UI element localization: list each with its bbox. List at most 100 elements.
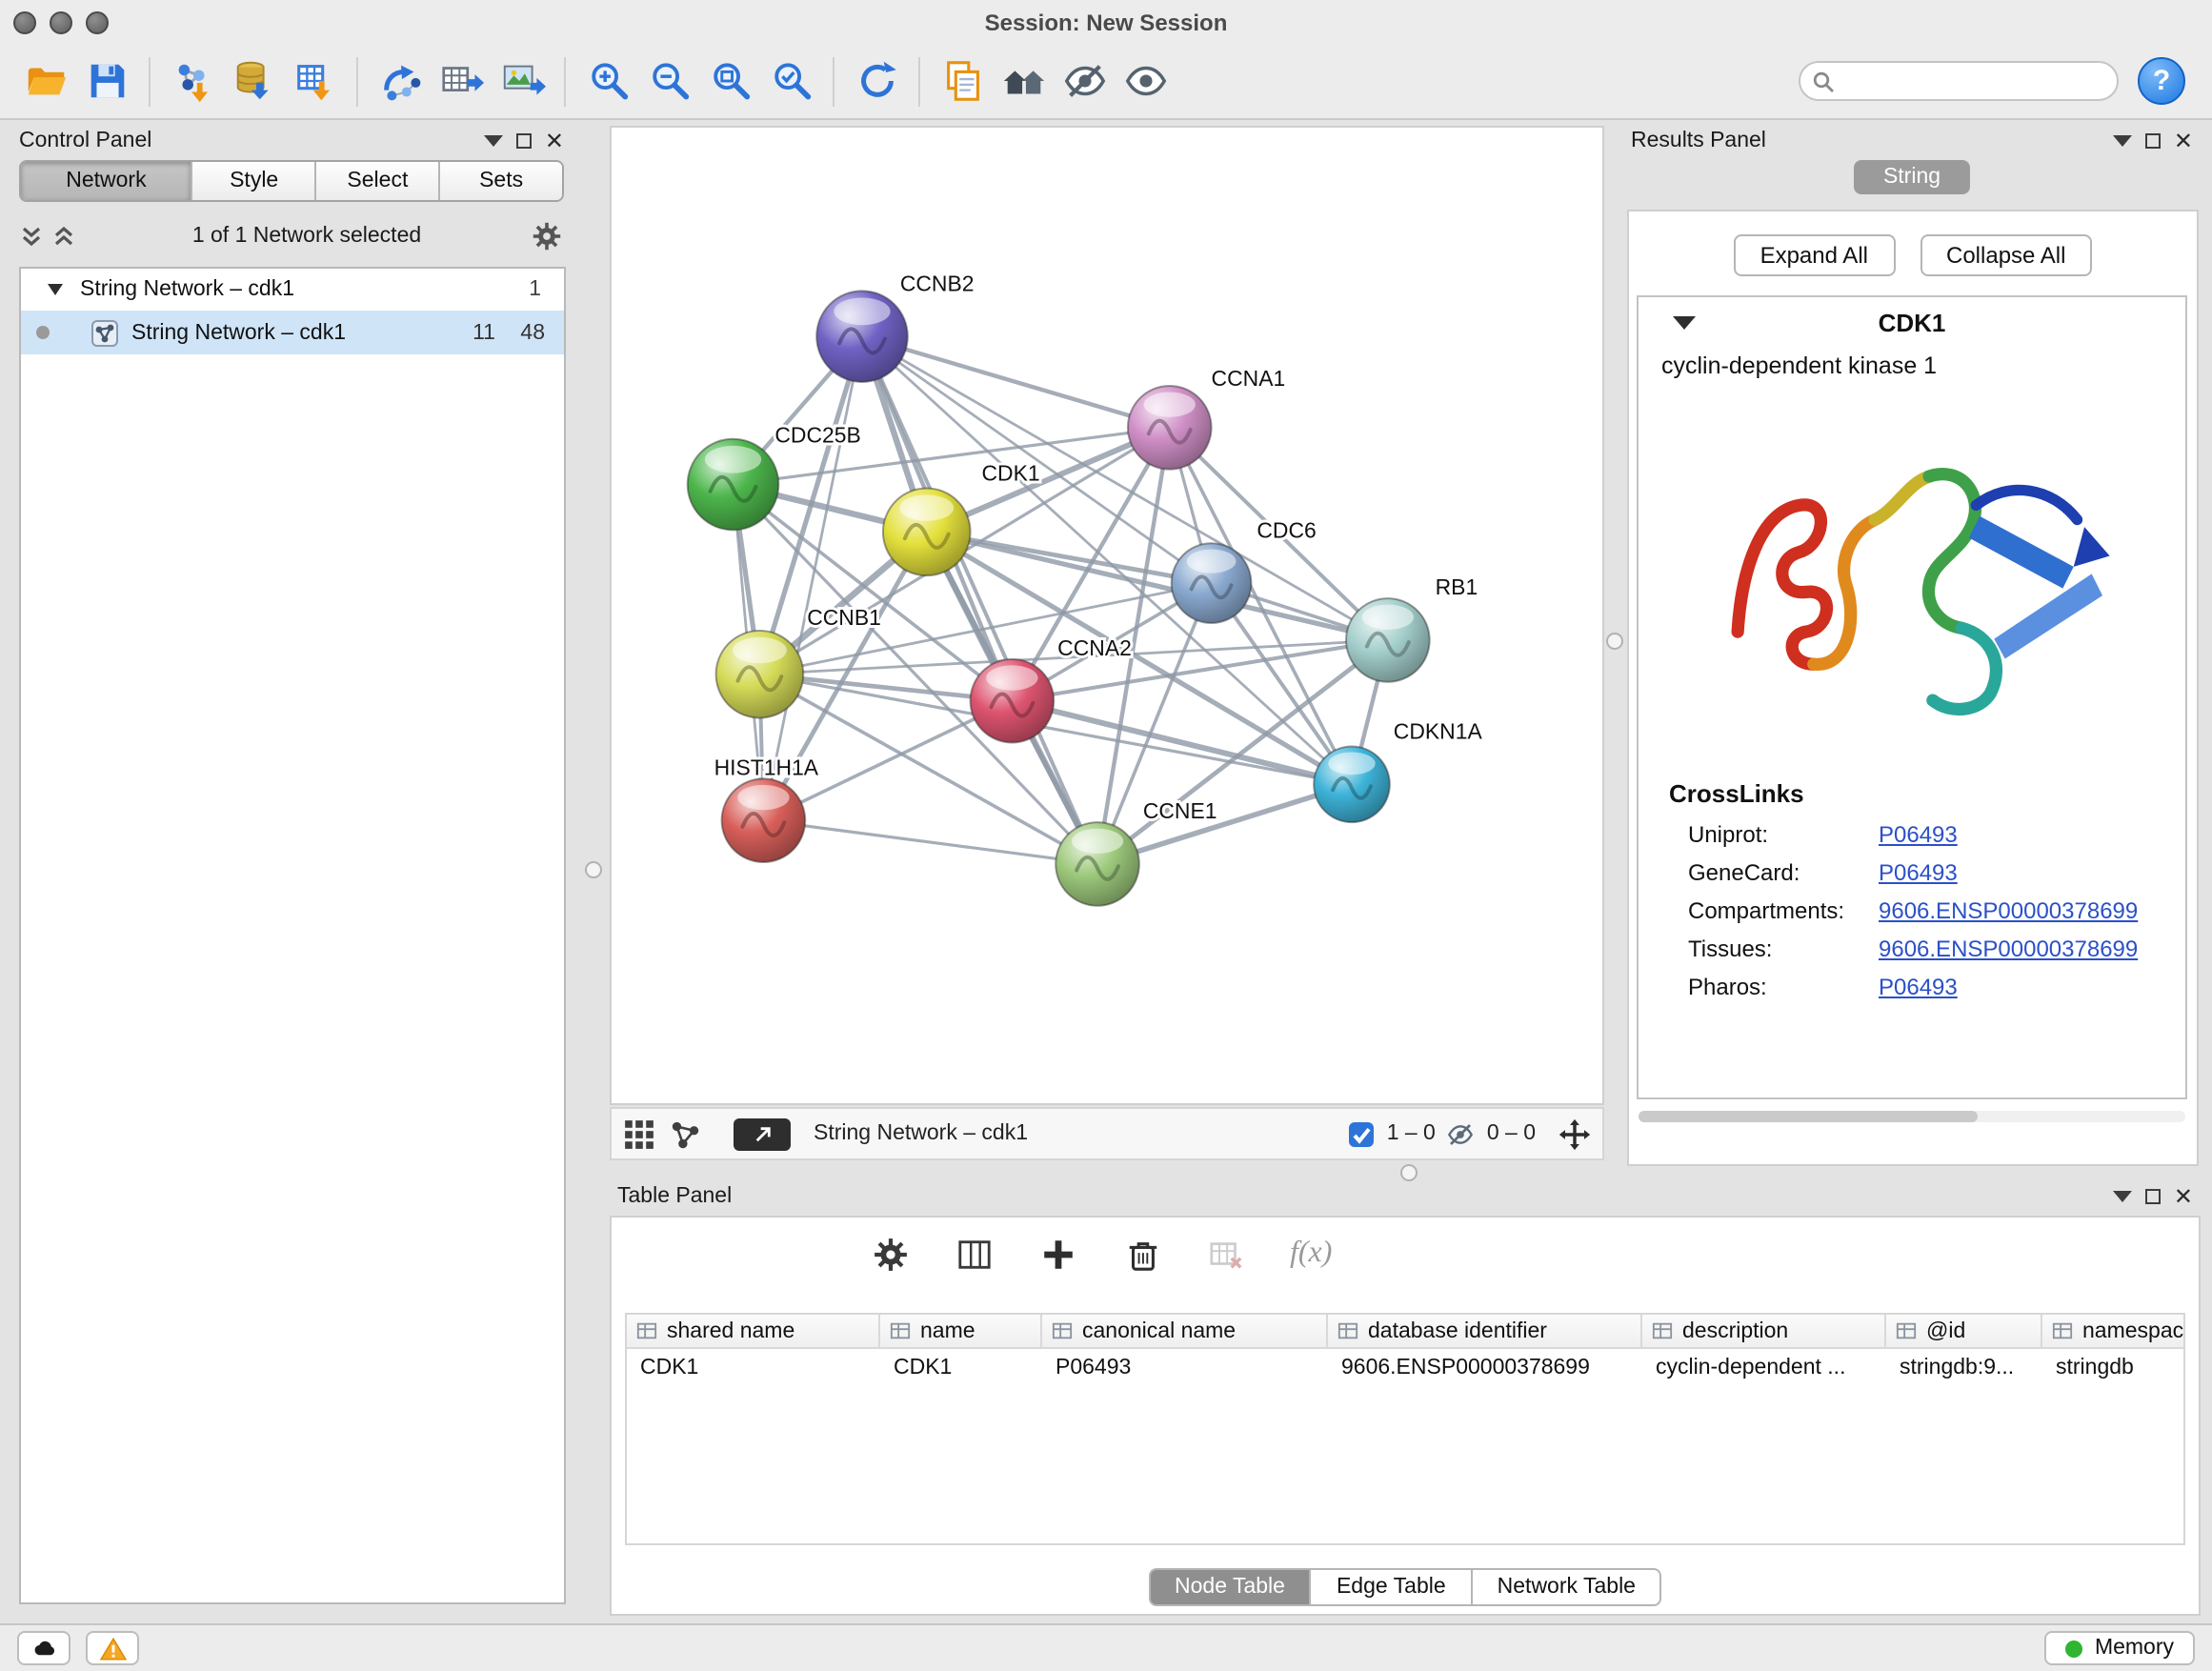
edge-CDK1-RB1[interactable]	[927, 532, 1388, 640]
collapse-panel-icon[interactable]	[2113, 1191, 2132, 1202]
import-table-from-file-button[interactable]	[286, 52, 343, 110]
collapse-panel-icon[interactable]	[2113, 135, 2132, 147]
tab-edge-table[interactable]: Edge Table	[1310, 1568, 1473, 1606]
crosslink-value-link[interactable]: 9606.ENSP00000378699	[1879, 936, 2138, 962]
table-cell[interactable]: stringdb	[2042, 1349, 2185, 1385]
show-all-button[interactable]	[1116, 52, 1174, 110]
hide-selected-button[interactable]	[1056, 52, 1113, 110]
edge-HIST1H1A-CCNE1[interactable]	[763, 820, 1097, 864]
warnings-button[interactable]	[86, 1631, 139, 1665]
network-row-selected[interactable]: String Network – cdk1 11 48	[21, 311, 564, 354]
network-view[interactable]: CCNB2CCNA1CDC25BCDK1CDC6RB1CCNB1CCNA2CDK…	[610, 126, 1604, 1105]
network-collection-row[interactable]: String Network – cdk1 1	[21, 269, 564, 311]
column-header-name[interactable]: name	[880, 1315, 1042, 1349]
show-columns-button[interactable]	[955, 1235, 993, 1273]
node-CCNB2[interactable]: CCNB2	[816, 271, 974, 382]
memory-button[interactable]: Memory	[2045, 1631, 2195, 1665]
edge-CCNB2-HIST1H1A[interactable]	[763, 336, 862, 820]
results-horizontal-scrollbar[interactable]	[1639, 1111, 2185, 1122]
hidden-eye-slash-icon[interactable]	[1447, 1119, 1476, 1148]
float-panel-icon[interactable]	[516, 133, 532, 149]
import-network-from-file-button[interactable]	[164, 52, 221, 110]
splitter-handle[interactable]	[1400, 1164, 1418, 1181]
collapse-panel-icon[interactable]	[484, 135, 503, 147]
network-overview-icon[interactable]	[669, 1117, 701, 1150]
clear-table-button-disabled[interactable]	[1206, 1235, 1244, 1273]
help-button[interactable]: ?	[2138, 57, 2185, 105]
create-column-button[interactable]	[1038, 1235, 1076, 1273]
node-RB1[interactable]: RB1	[1346, 574, 1478, 682]
close-panel-icon[interactable]: ✕	[2174, 1187, 2193, 1206]
node-CCNA1[interactable]: CCNA1	[1128, 366, 1285, 470]
column-header--id[interactable]: @id	[1886, 1315, 2042, 1349]
selected-checkbox-icon[interactable]	[1347, 1119, 1376, 1148]
tab-style[interactable]: Style	[193, 162, 317, 200]
table-cell[interactable]: P06493	[1042, 1349, 1328, 1385]
search-input[interactable]	[1842, 68, 2105, 94]
node-CCNE1[interactable]: CCNE1	[1056, 798, 1217, 906]
column-header-description[interactable]: description	[1642, 1315, 1886, 1349]
float-panel-icon[interactable]	[2145, 133, 2161, 149]
tab-node-table[interactable]: Node Table	[1148, 1568, 1312, 1606]
column-header-database-identifier[interactable]: database identifier	[1328, 1315, 1642, 1349]
disclosure-triangle-icon[interactable]	[48, 284, 63, 295]
apply-layout-button[interactable]	[848, 52, 905, 110]
splitter-handle[interactable]	[1606, 633, 1623, 650]
cloud-status-button[interactable]	[17, 1631, 70, 1665]
table-cell[interactable]: CDK1	[880, 1349, 1042, 1385]
scrollbar-thumb[interactable]	[1639, 1111, 1978, 1122]
pan-mode-button[interactable]	[1558, 1117, 1591, 1150]
collapse-all-icon[interactable]	[19, 224, 44, 249]
disclosure-triangle-icon[interactable]	[1673, 315, 1696, 329]
expand-all-button[interactable]: Expand All	[1734, 234, 1895, 276]
export-image-button[interactable]	[493, 52, 551, 110]
crosslink-value-link[interactable]: P06493	[1879, 821, 1958, 848]
float-panel-icon[interactable]	[2145, 1189, 2161, 1204]
close-panel-icon[interactable]: ✕	[545, 131, 564, 151]
crosslink-value-link[interactable]: 9606.ENSP00000378699	[1879, 897, 2138, 924]
edge-CCNB2-CCNE1[interactable]	[862, 336, 1097, 864]
node-CCNB1[interactable]: CCNB1	[716, 605, 881, 718]
edge-CCNB2-RB1[interactable]	[862, 336, 1388, 640]
network-options-button[interactable]	[530, 219, 564, 253]
function-builder-button[interactable]: f(x)	[1290, 1237, 1332, 1271]
export-table-button[interactable]	[432, 52, 490, 110]
expand-all-icon[interactable]	[51, 224, 76, 249]
column-header-shared-name[interactable]: shared name	[627, 1315, 880, 1349]
zoom-fit-button[interactable]	[701, 52, 758, 110]
table-options-button[interactable]	[871, 1235, 909, 1273]
zoom-out-button[interactable]	[640, 52, 697, 110]
copy-document-button[interactable]	[934, 52, 991, 110]
open-session-button[interactable]	[17, 52, 74, 110]
edge-CCNB2-CCNA1[interactable]	[862, 336, 1170, 428]
close-panel-icon[interactable]: ✕	[2174, 131, 2193, 151]
collapse-all-button[interactable]: Collapse All	[1920, 234, 2092, 276]
zoom-selected-button[interactable]	[762, 52, 819, 110]
table-cell[interactable]: stringdb:9...	[1886, 1349, 2042, 1385]
splitter-handle[interactable]	[585, 861, 602, 878]
table-row[interactable]: CDK1CDK1P064939606.ENSP00000378699cyclin…	[627, 1349, 2183, 1385]
tab-string[interactable]: String	[1855, 160, 1969, 194]
column-header-namespac[interactable]: namespac	[2042, 1315, 2185, 1349]
zoom-in-button[interactable]	[579, 52, 636, 110]
network-canvas[interactable]: CCNB2CCNA1CDC25BCDK1CDC6RB1CCNB1CCNA2CDK…	[612, 128, 1602, 1103]
tab-network[interactable]: Network	[21, 162, 193, 200]
gene-section-header[interactable]: CDK1	[1639, 297, 2185, 347]
node-CDKN1A[interactable]: CDKN1A	[1314, 718, 1482, 822]
node-CDC6[interactable]: CDC6	[1172, 517, 1317, 623]
home-neighbors-button[interactable]	[995, 52, 1052, 110]
save-session-button[interactable]	[78, 52, 135, 110]
crosslink-value-link[interactable]: P06493	[1879, 974, 1958, 1000]
tab-sets[interactable]: Sets	[440, 162, 562, 200]
node-HIST1H1A[interactable]: HIST1H1A	[714, 755, 819, 862]
delete-column-button[interactable]	[1122, 1235, 1160, 1273]
open-in-window-button[interactable]	[734, 1117, 791, 1150]
tab-select[interactable]: Select	[317, 162, 441, 200]
crosslink-value-link[interactable]: P06493	[1879, 859, 1958, 886]
grid-view-icon[interactable]	[623, 1117, 655, 1150]
tab-network-table[interactable]: Network Table	[1471, 1568, 1662, 1606]
table-cell[interactable]: cyclin-dependent ...	[1642, 1349, 1886, 1385]
column-header-canonical-name[interactable]: canonical name	[1042, 1315, 1328, 1349]
export-network-button[interactable]	[372, 52, 429, 110]
table-cell[interactable]: 9606.ENSP00000378699	[1328, 1349, 1642, 1385]
